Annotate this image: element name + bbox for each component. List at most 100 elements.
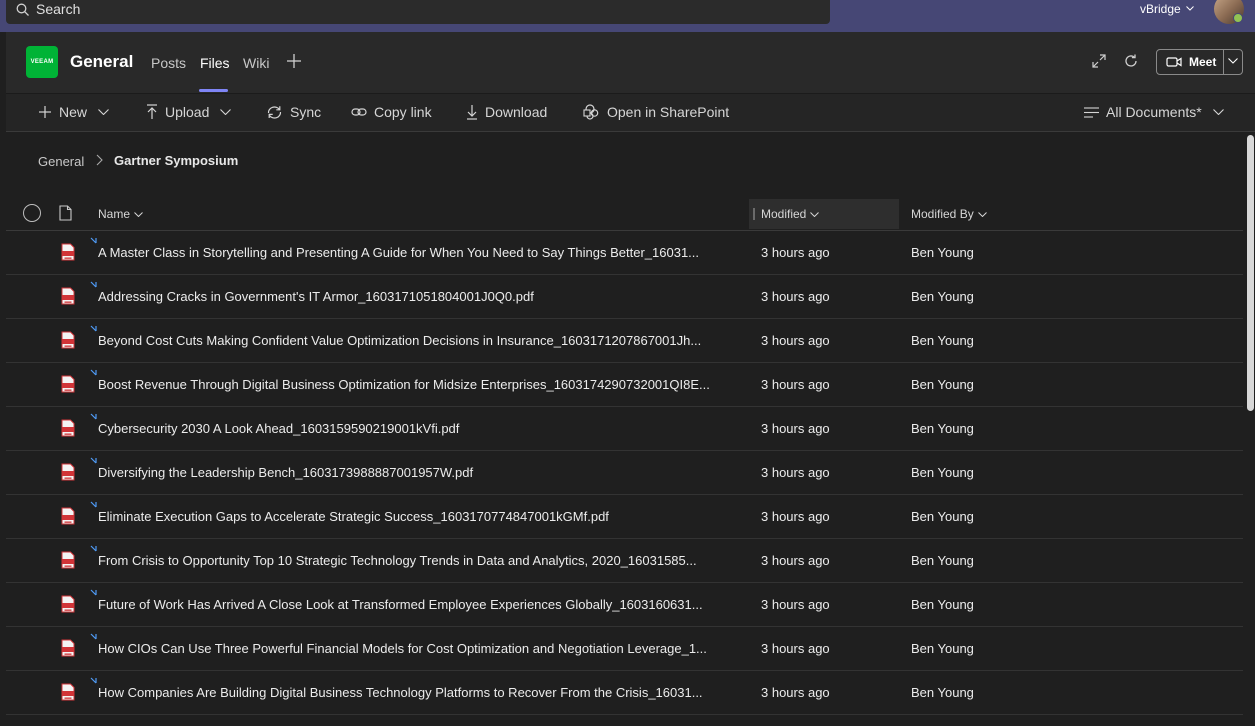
scrollbar-thumb[interactable]: [1247, 135, 1254, 411]
tab-posts[interactable]: Posts: [151, 55, 186, 71]
file-name-link[interactable]: Diversifying the Leadership Bench_160317…: [98, 465, 748, 480]
meet-button[interactable]: Meet: [1156, 49, 1243, 75]
search-icon: [16, 3, 29, 16]
table-row[interactable]: Boost Revenue Through Digital Business O…: [6, 363, 1243, 407]
open-in-sharepoint-button[interactable]: Open in SharePoint: [583, 104, 729, 120]
file-modified-by[interactable]: Ben Young: [911, 685, 974, 700]
copy-link-button[interactable]: Copy link: [351, 104, 432, 120]
table-row[interactable]: How CIOs Can Use Three Powerful Financia…: [6, 627, 1243, 671]
sync-button[interactable]: Sync: [266, 104, 321, 120]
new-file-sparkle-icon: [90, 325, 97, 332]
new-file-sparkle-icon: [90, 413, 97, 420]
table-row[interactable]: Addressing Cracks in Government's IT Arm…: [6, 275, 1243, 319]
table-row[interactable]: From Crisis to Opportunity Top 10 Strate…: [6, 539, 1243, 583]
list-view-icon: [1084, 106, 1099, 118]
chevron-down-icon: [134, 211, 143, 217]
view-switcher[interactable]: All Documents*: [1084, 104, 1224, 120]
download-button[interactable]: Download: [466, 104, 547, 120]
chevron-down-icon: [810, 211, 820, 217]
file-library: General Gartner Symposium Name Modified …: [6, 133, 1243, 726]
file-name-link[interactable]: A Master Class in Storytelling and Prese…: [98, 245, 748, 260]
chevron-down-icon: [220, 109, 232, 115]
open-in-sharepoint-label: Open in SharePoint: [607, 104, 730, 120]
new-button[interactable]: New: [38, 104, 109, 120]
file-modified: 3 hours ago: [761, 685, 830, 700]
channel-header: VEEAM General Posts Files Wiki Meet: [6, 32, 1255, 93]
column-name-label: Name: [98, 207, 131, 221]
pdf-file-icon: [61, 463, 75, 481]
table-row[interactable]: A Master Class in Storytelling and Prese…: [6, 231, 1243, 275]
file-modified-by[interactable]: Ben Young: [911, 289, 974, 304]
pdf-file-icon: [61, 243, 75, 261]
column-modified-by[interactable]: Modified By: [911, 207, 987, 221]
pdf-file-icon: [61, 287, 75, 305]
refresh-icon[interactable]: [1123, 53, 1139, 69]
add-tab-plus-icon[interactable]: [286, 53, 302, 69]
table-row[interactable]: Future of Work Has Arrived A Close Look …: [6, 583, 1243, 627]
sync-label: Sync: [290, 104, 322, 120]
pdf-file-icon: [61, 551, 75, 569]
column-header-row: Name Modified Modified By: [6, 197, 1243, 231]
file-modified-by[interactable]: Ben Young: [911, 333, 974, 348]
file-modified: 3 hours ago: [761, 421, 830, 436]
new-file-sparkle-icon: [90, 589, 97, 596]
upload-button[interactable]: Upload: [146, 104, 232, 120]
table-row[interactable]: How Companies Are Building Digital Busin…: [6, 671, 1243, 715]
file-modified-by[interactable]: Ben Young: [911, 597, 974, 612]
column-modified-label: Modified: [761, 207, 807, 221]
expand-icon[interactable]: [1091, 53, 1107, 69]
tab-files[interactable]: Files: [200, 55, 230, 71]
pdf-file-icon: [61, 639, 75, 657]
breadcrumb-root[interactable]: General: [38, 154, 84, 169]
table-row[interactable]: Eliminate Execution Gaps to Accelerate S…: [6, 495, 1243, 539]
file-name-link[interactable]: Addressing Cracks in Government's IT Arm…: [98, 289, 748, 304]
file-modified: 3 hours ago: [761, 465, 830, 480]
file-name-link[interactable]: How Companies Are Building Digital Busin…: [98, 685, 748, 700]
table-row[interactable]: Diversifying the Leadership Bench_160317…: [6, 451, 1243, 495]
file-name-link[interactable]: From Crisis to Opportunity Top 10 Strate…: [98, 553, 748, 568]
chevron-down-icon[interactable]: [1228, 58, 1238, 64]
file-name-link[interactable]: Beyond Cost Cuts Making Confident Value …: [98, 333, 748, 348]
file-modified-by[interactable]: Ben Young: [911, 553, 974, 568]
search-box[interactable]: Search: [6, 0, 830, 24]
active-tab-indicator: [199, 89, 228, 92]
column-name[interactable]: Name: [98, 207, 143, 221]
file-modified-by[interactable]: Ben Young: [911, 377, 974, 392]
file-modified: 3 hours ago: [761, 597, 830, 612]
copy-link-label: Copy link: [374, 104, 432, 120]
sharepoint-icon: [583, 104, 599, 120]
file-modified-by[interactable]: Ben Young: [911, 421, 974, 436]
pdf-file-icon: [61, 419, 75, 437]
chevron-down-icon[interactable]: [1186, 6, 1194, 11]
file-name-link[interactable]: Cybersecurity 2030 A Look Ahead_16031595…: [98, 421, 748, 436]
command-bar: New Upload Sync Copy link Download Open …: [6, 93, 1255, 132]
file-modified: 3 hours ago: [761, 553, 830, 568]
pdf-file-icon: [61, 595, 75, 613]
breadcrumb-current: Gartner Symposium: [114, 153, 239, 168]
new-label: New: [59, 104, 88, 120]
table-row[interactable]: Beyond Cost Cuts Making Confident Value …: [6, 319, 1243, 363]
table-row[interactable]: Cybersecurity 2030 A Look Ahead_16031595…: [6, 407, 1243, 451]
column-resize-handle[interactable]: [753, 208, 755, 220]
file-name-link[interactable]: How CIOs Can Use Three Powerful Financia…: [98, 641, 748, 656]
new-file-sparkle-icon: [90, 545, 97, 552]
chevron-right-icon: [96, 154, 103, 166]
file-modified-by[interactable]: Ben Young: [911, 245, 974, 260]
pdf-file-icon: [61, 375, 75, 393]
file-modified-by[interactable]: Ben Young: [911, 641, 974, 656]
file-name-link[interactable]: Future of Work Has Arrived A Close Look …: [98, 597, 748, 612]
meet-divider: [1223, 50, 1224, 74]
file-name-link[interactable]: Boost Revenue Through Digital Business O…: [98, 377, 748, 392]
column-modified[interactable]: Modified: [761, 207, 820, 221]
presence-status-icon: [1233, 13, 1243, 23]
tab-wiki[interactable]: Wiki: [243, 55, 269, 71]
file-modified-by[interactable]: Ben Young: [911, 509, 974, 524]
file-modified: 3 hours ago: [761, 289, 830, 304]
file-name-link[interactable]: Eliminate Execution Gaps to Accelerate S…: [98, 509, 748, 524]
org-switcher[interactable]: vBridge: [1140, 2, 1181, 16]
select-all-checkbox[interactable]: [23, 204, 41, 222]
file-modified-by[interactable]: Ben Young: [911, 465, 974, 480]
file-modified: 3 hours ago: [761, 641, 830, 656]
file-type-icon[interactable]: [59, 205, 72, 221]
channel-title: General: [70, 52, 134, 71]
